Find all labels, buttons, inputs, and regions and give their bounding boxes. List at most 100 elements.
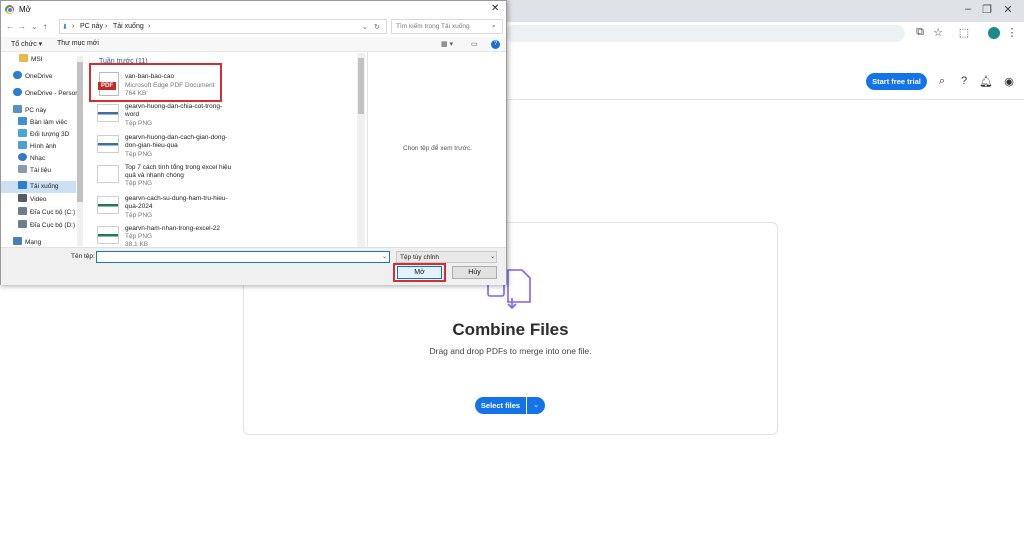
nav-item-desktop[interactable]: Bàn làm việc [1, 117, 76, 129]
document-icon [18, 165, 27, 173]
breadcrumb-downloads[interactable]: Tải xuống [113, 23, 144, 30]
nav-item-documents[interactable]: Tài liệu [1, 165, 76, 177]
file-type: Tệp PNG [125, 120, 153, 127]
nav-scrollbar-thumb[interactable] [77, 62, 83, 202]
cancel-button[interactable]: Hủy [452, 266, 497, 279]
file-item-png[interactable]: gearvn-huong-dan-cach-gian-dong-don-gian… [95, 133, 355, 161]
drive-icon [18, 220, 27, 228]
nav-item-downloads[interactable]: Tải xuống [1, 181, 76, 193]
close-window-icon[interactable]: ✕ [998, 3, 1018, 16]
picture-icon [18, 141, 27, 149]
navigation-bar: ← → ⌄ ↑ ⬇ › PC này › Tải xuống › ⌄ ↻ Tìm… [1, 18, 506, 36]
select-files-button[interactable]: Select files [475, 397, 526, 414]
image-thumbnail-icon [97, 104, 119, 122]
computer-icon [13, 105, 22, 113]
download-arrow-icon [18, 181, 27, 189]
open-button[interactable]: Mở [397, 266, 442, 279]
help-icon[interactable]: ? [491, 40, 500, 49]
nav-item-3d-objects[interactable]: Đối tượng 3D [1, 129, 76, 141]
restore-icon[interactable]: ❐ [977, 3, 997, 16]
breadcrumb[interactable]: ⬇ › PC này › Tải xuống › ⌄ ↻ [59, 19, 387, 34]
file-item-pdf[interactable]: PDF van-ban-bao-cao Microsoft Edge PDF D… [95, 72, 355, 100]
search-icon[interactable]: ⌕ [935, 75, 949, 88]
breadcrumb-separator-icon: › [72, 23, 75, 30]
nav-item-videos[interactable]: Video [1, 194, 76, 206]
nav-item-music[interactable]: Nhạc [1, 153, 76, 165]
nav-item-drive-d[interactable]: Đĩa Cục bộ (D:) [1, 220, 76, 232]
image-thumbnail-icon [97, 196, 119, 214]
desktop-icon [18, 117, 27, 125]
forward-arrow-icon[interactable]: → [18, 22, 26, 31]
cast-icon[interactable]: ⧉ [913, 26, 927, 39]
cube-icon [18, 129, 27, 137]
network-icon [13, 237, 22, 245]
file-type: Microsoft Edge PDF Document [125, 82, 215, 89]
file-name: gearvn-ham-nhan-trong-excel-22 [125, 225, 221, 232]
refresh-icon[interactable]: ↻ [374, 23, 380, 31]
recent-chevron-icon[interactable]: ⌄ [31, 22, 38, 31]
extensions-icon[interactable]: ⬚ [957, 26, 971, 39]
file-name: Top 7 cách tính tổng trong excel hiệu qu… [125, 164, 232, 179]
combine-subtitle: Drag and drop PDFs to merge into one fil… [429, 346, 592, 356]
up-arrow-icon[interactable]: ↑ [43, 22, 47, 31]
address-bar[interactable] [505, 25, 905, 42]
view-options-icon[interactable]: ▦ ▾ [441, 40, 453, 48]
preview-pane-icon[interactable]: ▭ [471, 40, 478, 48]
film-icon [18, 194, 27, 202]
minimize-icon[interactable]: – [958, 3, 978, 15]
file-item-png[interactable]: gearvn-cach-su-dung-ham-tru-hieu-qua-202… [95, 194, 355, 222]
nav-item-onedrive-personal[interactable]: OneDrive - Person [1, 88, 79, 100]
breadcrumb-separator-icon: › [148, 23, 151, 30]
notifications-bell-icon[interactable]: 🔔︎ [979, 75, 993, 88]
file-name: gearvn-huong-dan-cach-gian-dong-don-gian… [125, 134, 228, 149]
file-list: Tuần trước (11) PDF van-ban-bao-cao Micr… [87, 52, 357, 248]
navigation-pane: MSI OneDrive OneDrive - Person PC này Bà… [1, 52, 86, 248]
group-header: Tuần trước (11) [99, 58, 148, 65]
filename-input[interactable] [96, 251, 390, 263]
profile-avatar[interactable] [988, 27, 1000, 39]
filename-dropdown-icon[interactable]: ⌄ [382, 253, 387, 260]
file-item-png[interactable]: gearvn-ham-nhan-trong-excel-22 Tệp PNG 3… [95, 224, 355, 248]
file-type: Tệp PNG [125, 180, 153, 187]
path-dropdown-icon[interactable]: ⌄ [362, 23, 368, 31]
image-thumbnail-icon [97, 135, 119, 153]
back-arrow-icon[interactable]: ← [6, 22, 14, 31]
organize-menu[interactable]: Tổ chức ▾ [11, 40, 42, 48]
filetype-dropdown-icon[interactable]: ⌄ [490, 253, 495, 260]
nav-item-msi[interactable]: MSI [1, 54, 76, 66]
combine-title: Combine Files [452, 320, 569, 339]
help-icon[interactable]: ? [957, 75, 971, 87]
open-file-dialog: Mở ✕ ← → ⌄ ↑ ⬇ › PC này › Tải xuống › ⌄ … [0, 0, 507, 285]
file-type: Tệp PNG [125, 151, 153, 158]
pdf-file-icon: PDF [98, 72, 119, 96]
music-note-icon [18, 153, 27, 161]
nav-item-drive-c[interactable]: Đĩa Cục bộ (C:) [1, 207, 76, 219]
menu-icon[interactable]: ⋮ [1005, 26, 1019, 39]
filetype-select[interactable]: Tệp tùy chỉnh [396, 251, 497, 263]
breadcrumb-pc[interactable]: PC này [80, 23, 103, 30]
nav-item-onedrive[interactable]: OneDrive [1, 71, 76, 83]
image-thumbnail-icon [97, 165, 119, 183]
file-name: gearvn-huong-dan-chia-cot-trong-word [125, 103, 223, 118]
file-item-png[interactable]: Top 7 cách tính tổng trong excel hiệu qu… [95, 163, 355, 191]
breadcrumb-separator-icon: › [105, 23, 108, 30]
bookmark-star-icon[interactable]: ☆ [931, 26, 945, 39]
nav-item-pictures[interactable]: Hình ảnh [1, 141, 76, 153]
start-free-trial-button[interactable]: Start free trial [866, 73, 927, 90]
chrome-logo-icon [5, 5, 14, 14]
image-thumbnail-icon [97, 226, 119, 244]
close-icon[interactable]: ✕ [491, 3, 499, 14]
file-item-png[interactable]: gearvn-huong-dan-chia-cot-trong-word Tệp… [95, 102, 355, 130]
nav-item-this-pc[interactable]: PC này [1, 105, 76, 117]
folder-icon [19, 54, 28, 62]
cloud-icon [13, 71, 22, 79]
apps-globe-icon[interactable]: ◉ [1002, 75, 1016, 88]
search-input[interactable]: Tìm kiếm trong Tải xuống ⌕ [391, 19, 503, 34]
select-files-dropdown[interactable]: ⌄ [527, 397, 545, 414]
file-type: Tệp PNG [125, 212, 153, 219]
file-name: gearvn-cach-su-dung-ham-tru-hieu-qua-202… [125, 195, 228, 210]
new-folder-button[interactable]: Thư mục mới [57, 40, 99, 47]
file-size: 764 KB [125, 90, 147, 97]
file-list-scrollbar-thumb[interactable] [358, 58, 364, 114]
file-name: van-ban-bao-cao [125, 73, 175, 80]
